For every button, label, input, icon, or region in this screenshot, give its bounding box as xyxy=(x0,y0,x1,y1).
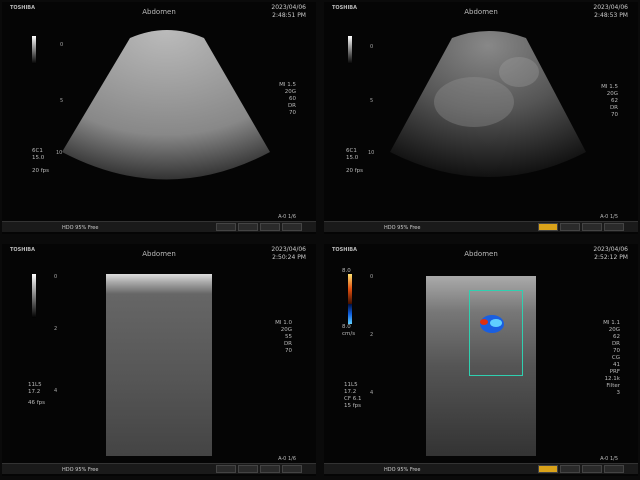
convex-sector-image xyxy=(62,30,270,180)
frame-status: A-0 1/5 xyxy=(600,456,618,462)
exam-label: Abdomen xyxy=(142,250,176,258)
probe-params: 11L5 17.2 46 fps xyxy=(28,382,46,406)
convex-sector-image xyxy=(390,31,586,177)
preset-label: HDO 95% Free xyxy=(62,225,99,231)
frame-status: A-0 1/6 xyxy=(278,214,296,220)
ultrasound-panel-1: TOSHIBA Abdomen 2023/04/06 2:48:51 PM 0 5… xyxy=(2,2,316,234)
ultrasound-panel-3: TOSHIBA Abdomen 2023/04/06 2:50:24 PM 0 2… xyxy=(2,244,316,476)
ultrasound-panel-2: TOSHIBA Abdomen 2023/04/06 2:48:53 PM 0 5… xyxy=(324,2,638,234)
timestamp: 2023/04/06 2:50:24 PM xyxy=(271,246,306,261)
probe-params: 11L5 17.2 CF 6.1 15 fps xyxy=(344,382,362,409)
imaging-params: MI 1.5 20G 62 DR 70 xyxy=(601,84,618,118)
imaging-params: MI 1.0 20G 55 DR 70 xyxy=(275,320,292,354)
ultrasound-panel-4: TOSHIBA Abdomen 2023/04/06 2:52:12 PM 8.0… xyxy=(324,244,638,476)
frame-status: A-0 1/6 xyxy=(278,456,296,462)
frame-status: A-0 1/5 xyxy=(600,214,618,220)
preset-label: HDO 95% Free xyxy=(62,467,99,473)
imaging-params: MI 1.1 20G 62 DR 70 CG 41 PRF 12.1k Filter 3 xyxy=(603,320,620,396)
probe-params: 6C1 15.0 20 fps xyxy=(346,148,364,174)
imaging-params: MI 1.5 20G 60 DR 70 xyxy=(279,82,296,116)
grayscale-bar xyxy=(32,274,36,318)
preset-label: HDO 95% Free xyxy=(384,225,421,231)
probe-params: 6C1 15.0 20 fps xyxy=(32,148,50,174)
linear-image xyxy=(106,274,212,456)
preset-label: HDO 95% Free xyxy=(384,467,421,473)
